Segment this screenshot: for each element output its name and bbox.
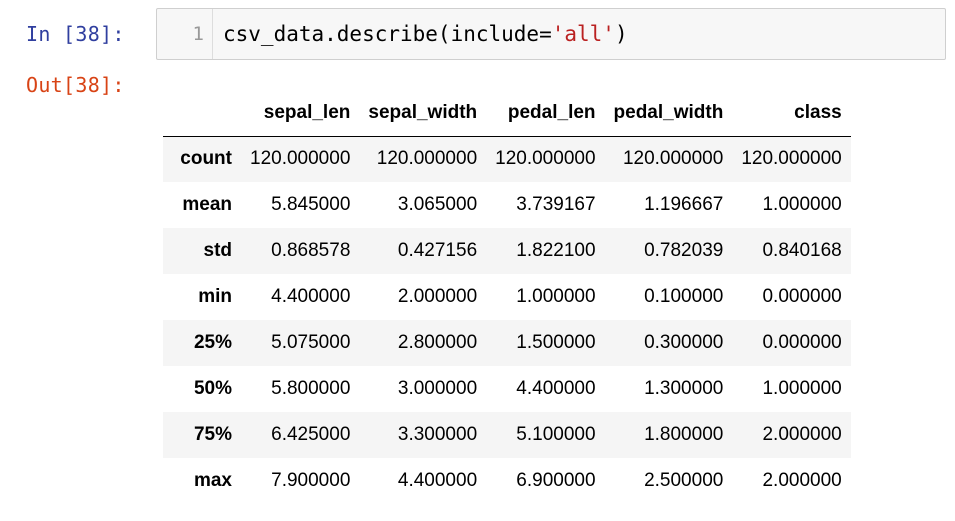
output-prompt: Out[38]: — [26, 73, 125, 97]
row-label: mean — [182, 194, 232, 215]
table-cell: 0.868578 — [271, 240, 351, 261]
table-cell: 3.065000 — [397, 194, 478, 215]
table-cell: 5.100000 — [516, 424, 596, 445]
column-header: sepal_width — [359, 90, 487, 137]
table-cell: 1.000000 — [762, 378, 842, 399]
table-cell: 0.840168 — [762, 240, 842, 261]
table-cell: 5.800000 — [271, 378, 351, 399]
table-cell: 120.000000 — [622, 148, 724, 170]
code-string-literal: 'all' — [551, 22, 615, 46]
code-input-area[interactable]: 1 csv_data.describe(include='all') — [156, 8, 946, 60]
line-number: 1 — [157, 9, 213, 59]
table-row: 50% 5.800000 3.000000 4.400000 1.300000 1.000… — [163, 366, 851, 412]
table-cell: 7.900000 — [271, 470, 351, 491]
table-cell: 3.300000 — [397, 424, 478, 445]
table-cell: 0.300000 — [644, 332, 724, 353]
index-header-blank — [163, 90, 241, 137]
table-cell: 1.300000 — [644, 378, 724, 399]
describe-output-table: sepal_len sepal_width pedal_len pedal_width… — [163, 90, 851, 504]
table-cell: 0.427156 — [397, 240, 478, 261]
column-header: pedal_width — [604, 90, 733, 137]
row-label: min — [198, 286, 232, 307]
table-cell: 4.400000 — [271, 286, 351, 307]
table-cell: 1.800000 — [644, 424, 724, 445]
table-cell: 120.000000 — [376, 148, 478, 170]
row-label: max — [193, 470, 232, 491]
table-cell: 120.000000 — [495, 148, 596, 170]
table-cell: 2.000000 — [762, 470, 842, 491]
table-cell: 5.075000 — [271, 332, 351, 353]
code-text: csv_data.describe(include= — [223, 22, 552, 46]
row-label: 75% — [193, 424, 232, 445]
table-row: 25% 5.075000 2.800000 1.500000 0.300000 0.000… — [163, 320, 851, 366]
table-body: count 120.000000 120.000000 120.000000 120.0… — [163, 136, 851, 504]
table-row: min 4.400000 2.000000 1.000000 0.100000 0.000… — [163, 274, 851, 320]
table-cell: 2.800000 — [397, 332, 478, 353]
table-row: 75% 6.425000 3.300000 5.100000 1.800000 2.000… — [163, 412, 851, 458]
table-cell: 0.000000 — [762, 286, 842, 307]
table-cell: 4.400000 — [516, 378, 596, 399]
table-cell: 6.900000 — [516, 470, 596, 491]
table-cell: 1.500000 — [516, 332, 596, 353]
row-label: 50% — [193, 378, 232, 399]
table-row: mean 5.845000 3.065000 3.739167 1.196667 1.00… — [163, 182, 851, 228]
row-label: 25% — [193, 332, 232, 353]
table-cell: 2.000000 — [762, 424, 842, 445]
table-cell: 5.845000 — [271, 194, 351, 215]
table-cell: 2.000000 — [397, 286, 478, 307]
code-line[interactable]: csv_data.describe(include='all') — [223, 9, 628, 59]
table-cell: 1.000000 — [516, 286, 596, 307]
table-cell: 0.782039 — [644, 240, 724, 261]
input-prompt: In [38]: — [26, 22, 125, 46]
table-cell: 120.000000 — [741, 148, 842, 170]
table-cell: 1.000000 — [762, 194, 842, 215]
table-cell: 0.100000 — [644, 286, 724, 307]
table-row: max 7.900000 4.400000 6.900000 2.500000 2.000… — [163, 458, 851, 504]
row-label: std — [203, 240, 233, 261]
table-cell: 0.000000 — [762, 332, 842, 353]
table-cell: 1.196667 — [644, 194, 724, 215]
table-cell: 1.822100 — [516, 240, 596, 261]
table-row: std 0.868578 0.427156 1.822100 0.782039 0.840… — [163, 228, 851, 274]
table-cell: 4.400000 — [397, 470, 478, 491]
table-cell: 120.000000 — [250, 148, 351, 170]
column-header: pedal_len — [486, 90, 605, 137]
code-text-end: ) — [614, 22, 628, 46]
table-row: count 120.000000 120.000000 120.000000 120.0… — [163, 136, 851, 182]
table-cell: 2.500000 — [644, 470, 724, 491]
table-cell: 3.739167 — [516, 194, 596, 215]
column-header: class — [732, 90, 851, 137]
table-header-row: sepal_len sepal_width pedal_len pedal_width… — [163, 90, 851, 137]
row-label: count — [180, 148, 232, 170]
table-cell: 6.425000 — [271, 424, 351, 445]
table-cell: 3.000000 — [397, 378, 478, 399]
column-header: sepal_len — [241, 90, 360, 137]
